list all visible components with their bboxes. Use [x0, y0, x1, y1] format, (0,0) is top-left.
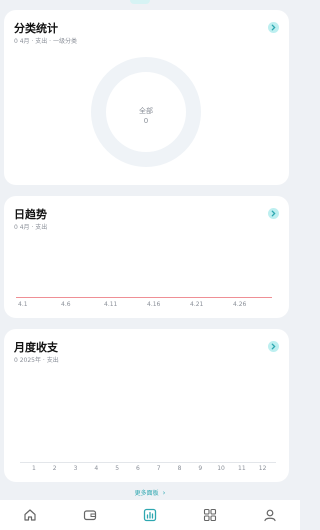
monthly-x-tick-label: 9 [198, 465, 203, 472]
nav-wallet[interactable] [82, 507, 98, 523]
more-panels-label: 更多面板 [134, 490, 159, 497]
monthly-x-tick-label: 5 [115, 465, 120, 472]
bottom-navigation [0, 500, 300, 530]
nav-profile[interactable] [262, 507, 278, 523]
category-donut-chart[interactable]: 全部 0 [91, 57, 201, 167]
donut-center-value: 0 [143, 117, 149, 125]
daily-x-tick-label: 4.21 [190, 301, 204, 308]
monthly-x-tick-label: 6 [136, 465, 140, 472]
monthly-x-tick-label: 8 [177, 465, 182, 472]
category-stats-more-button[interactable] [268, 22, 279, 33]
home-icon [24, 509, 36, 521]
monthly-x-tick-label: 11 [238, 465, 246, 472]
category-stats-title: 分类统计 [14, 22, 58, 35]
monthly-x-axis-line [20, 462, 276, 463]
monthly-card: 月度收支 0 2025年 · 支出 1 2 3 4 5 6 7 8 9 10 11 12 [4, 329, 289, 482]
daily-trend-series-line[interactable] [16, 297, 272, 298]
wallet-icon [83, 510, 97, 521]
nav-statistics[interactable] [142, 507, 158, 523]
daily-trend-subtitle: 0 4月 · 支出 [14, 224, 48, 231]
user-icon [264, 509, 276, 522]
chevron-right-icon: › [162, 489, 166, 497]
monthly-x-tick-label: 7 [156, 465, 161, 472]
top-handle [130, 0, 150, 4]
chart-icon [143, 508, 157, 522]
chevron-right-icon [271, 210, 276, 217]
chevron-right-icon [271, 343, 276, 350]
category-stats-subtitle: 0 4月 · 支出 · 一级分类 [14, 38, 77, 45]
monthly-x-tick-label: 4 [94, 465, 99, 472]
nav-home[interactable] [22, 507, 38, 523]
grid-icon [203, 508, 217, 522]
monthly-x-tick-label: 3 [73, 465, 78, 472]
monthly-x-tick-label: 12 [258, 465, 267, 472]
monthly-more-button[interactable] [268, 341, 279, 352]
daily-trend-more-button[interactable] [268, 208, 279, 219]
nav-apps[interactable] [202, 507, 218, 523]
daily-x-tick-label: 4.16 [147, 301, 161, 308]
donut-center-caption: 全部 [139, 107, 153, 115]
more-panels-link[interactable]: 更多面板 › [0, 488, 300, 497]
monthly-subtitle: 0 2025年 · 支出 [14, 357, 59, 364]
chevron-right-icon [271, 24, 276, 31]
category-stats-card: 分类统计 0 4月 · 支出 · 一级分类 全部 0 [4, 10, 289, 185]
monthly-title: 月度收支 [14, 341, 58, 354]
daily-x-tick-label: 4.11 [104, 301, 118, 308]
daily-x-tick-label: 4.6 [61, 301, 71, 308]
monthly-x-tick-label: 10 [217, 465, 225, 472]
daily-x-tick-label: 4.26 [233, 301, 247, 308]
monthly-x-tick-label: 2 [52, 465, 57, 472]
donut-center-label: 全部 0 [106, 106, 186, 126]
daily-trend-card: 日趋势 0 4月 · 支出 4.1 4.6 4.11 4.16 4.21 4.26 [4, 196, 289, 318]
monthly-x-tick-label: 1 [32, 465, 36, 472]
daily-trend-title: 日趋势 [14, 208, 47, 221]
daily-x-tick-label: 4.1 [18, 301, 28, 308]
